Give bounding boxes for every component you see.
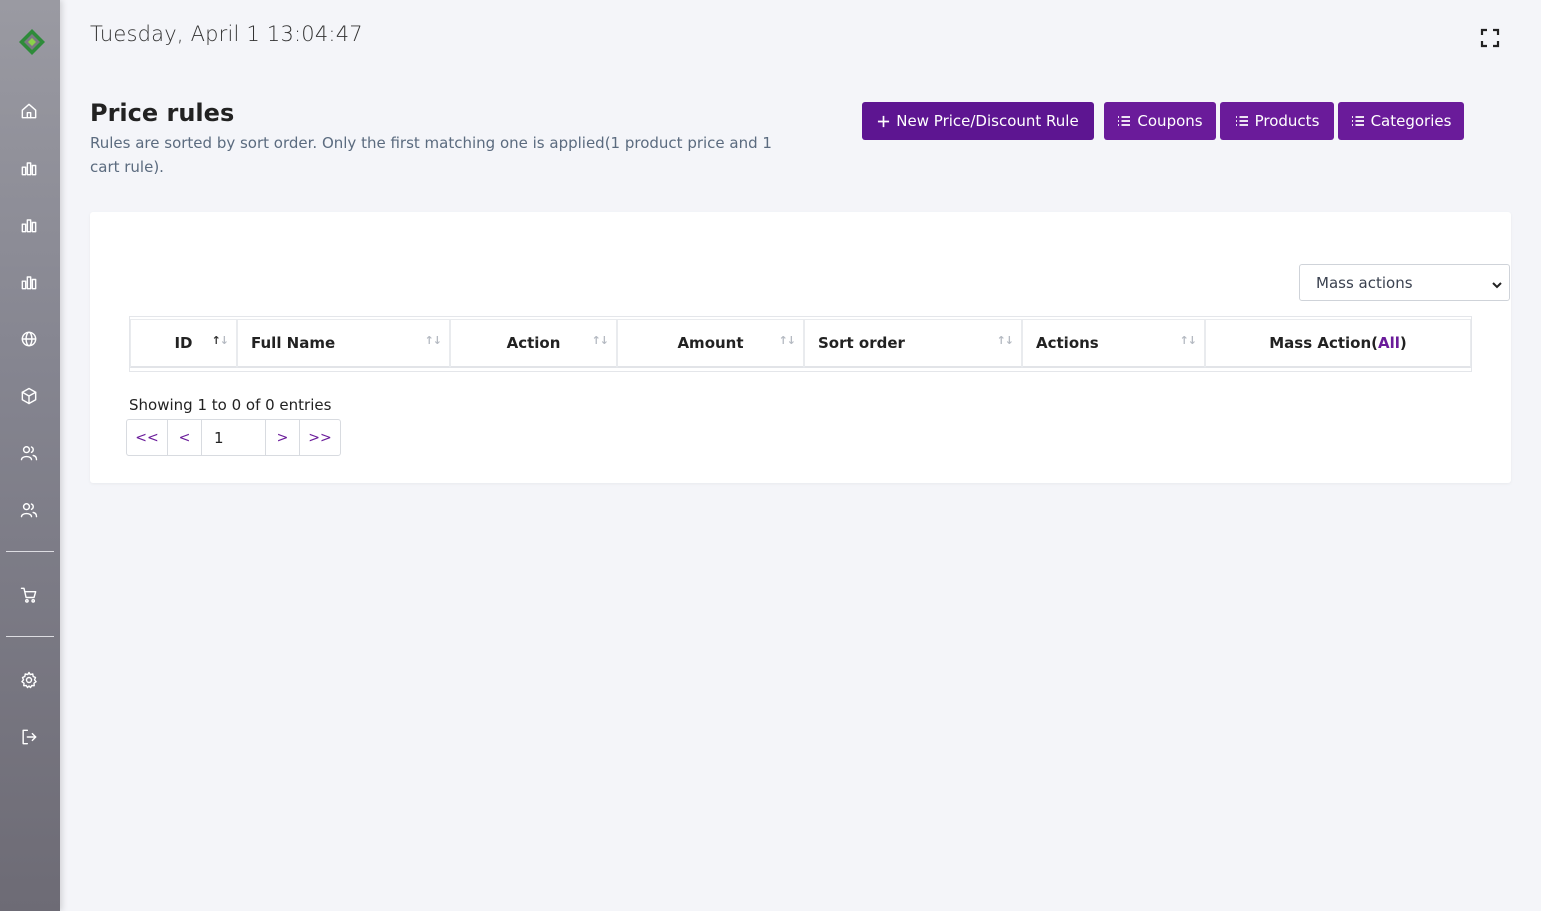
column-header-mass-action: Mass Action(All) [1205,319,1471,368]
coupons-button[interactable]: Coupons [1104,102,1216,140]
bar-chart-icon[interactable] [16,269,42,295]
users-icon[interactable] [16,440,42,466]
sort-icon: ↑↓ [591,334,609,347]
column-header-amount[interactable]: Amount ↑↓ [617,319,804,368]
first-page-button[interactable]: << [127,420,168,455]
datetime-display: Tuesday, April 1 13:04:47 [90,22,363,46]
sort-icon: ↑↓ [424,334,442,347]
sort-icon: ↑↓ [211,334,229,347]
box-icon[interactable] [16,383,42,409]
column-label-actions: Actions [1036,334,1099,352]
bar-chart-icon[interactable] [16,212,42,238]
column-label-sort-order: Sort order [818,334,905,352]
price-rules-card: Mass actions ID ↑↓ Full Name ↑↓ Action ↑… [90,212,1511,483]
next-page-button[interactable]: > [266,420,300,455]
mass-actions-selected: Mass actions [1316,273,1413,292]
new-price-rule-label: New Price/Discount Rule [896,112,1079,130]
cart-icon[interactable] [16,582,42,608]
chevron-down-icon [1491,277,1503,289]
sidebar [0,0,60,911]
column-label-mass-action-close: ) [1399,334,1407,352]
page-subtitle: Rules are sorted by sort order. Only the… [90,134,772,176]
products-button[interactable]: Products [1220,102,1334,140]
prev-page-button[interactable]: < [168,420,202,455]
globe-icon[interactable] [16,326,42,352]
sort-icon: ↑↓ [996,334,1014,347]
fullscreen-icon[interactable] [1478,26,1502,50]
list-icon [1235,114,1249,128]
column-label-amount: Amount [677,334,744,352]
sort-icon: ↑↓ [778,334,796,347]
new-price-rule-button[interactable]: New Price/Discount Rule [862,102,1094,140]
column-label-mass-action: Mass Action( [1269,334,1378,352]
sidebar-divider [6,636,54,637]
categories-button[interactable]: Categories [1338,102,1464,140]
coupons-label: Coupons [1137,112,1203,130]
column-header-id[interactable]: ID ↑↓ [130,319,237,368]
select-all-link[interactable]: All [1378,334,1400,352]
page-number-input[interactable]: 1 [202,420,266,455]
column-header-action[interactable]: Action ↑↓ [450,319,617,368]
logout-icon[interactable] [16,724,42,750]
sort-icon: ↑↓ [1179,334,1197,347]
column-label-id: ID [174,334,193,352]
users-icon[interactable] [16,497,42,523]
entries-info: Showing 1 to 0 of 0 entries [129,396,332,414]
column-header-sort-order[interactable]: Sort order ↑↓ [804,319,1022,368]
categories-label: Categories [1370,112,1452,130]
column-label-action: Action [506,334,561,352]
price-rules-table: ID ↑↓ Full Name ↑↓ Action ↑↓ Amount ↑↓ S… [129,316,1472,372]
page-title: Price rules [90,99,235,127]
column-header-actions[interactable]: Actions ↑↓ [1022,319,1205,368]
column-label-full-name: Full Name [251,334,336,352]
logo-icon[interactable] [17,27,47,57]
plus-icon [877,115,890,128]
list-icon [1351,114,1365,128]
list-icon [1117,114,1131,128]
gear-icon[interactable] [16,667,42,693]
last-page-button[interactable]: >> [300,420,340,455]
column-header-full-name[interactable]: Full Name ↑↓ [237,319,450,368]
mass-actions-select[interactable]: Mass actions [1299,264,1510,301]
home-icon[interactable] [16,98,42,124]
products-label: Products [1254,112,1320,130]
bar-chart-icon[interactable] [16,155,42,181]
pagination: << < 1 > >> [126,419,341,456]
sidebar-divider [6,551,54,552]
